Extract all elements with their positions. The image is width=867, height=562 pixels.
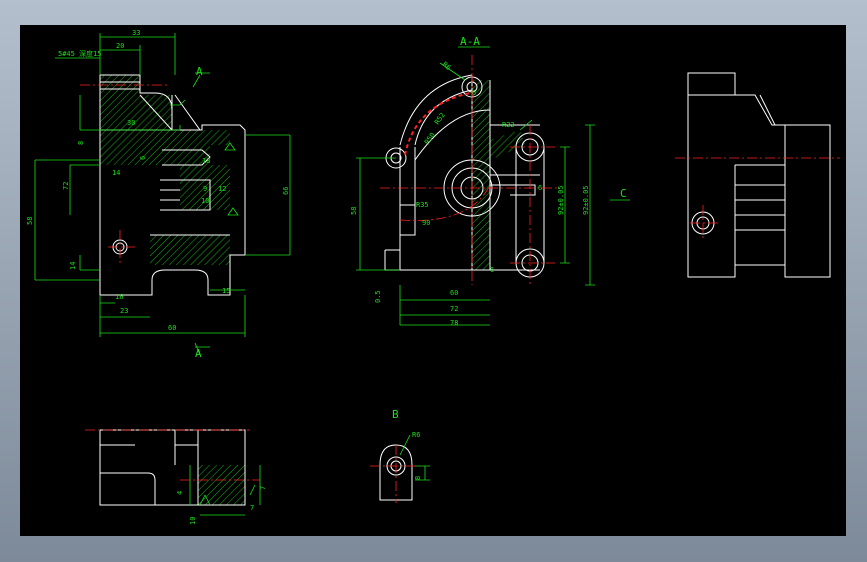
view-c-label: C bbox=[620, 187, 627, 200]
svg-text:90: 90 bbox=[422, 219, 430, 227]
cad-drawing-canvas[interactable]: 33 20 5#45 深度15 30 18 9 10 12 14 72 58 6… bbox=[20, 25, 846, 536]
section-b-view: B R6 8 bbox=[370, 408, 430, 503]
svg-text:A: A bbox=[195, 347, 202, 360]
svg-text:15: 15 bbox=[222, 287, 230, 295]
svg-text:6: 6 bbox=[472, 89, 476, 97]
svg-text:92±0.05: 92±0.05 bbox=[557, 185, 565, 215]
svg-text:72: 72 bbox=[62, 182, 70, 190]
svg-text:92±0.05: 92±0.05 bbox=[582, 185, 590, 215]
svg-text:A: A bbox=[196, 65, 203, 78]
svg-text:4: 4 bbox=[176, 491, 184, 495]
svg-text:10: 10 bbox=[189, 517, 197, 525]
svg-text:12: 12 bbox=[218, 185, 226, 193]
cad-drawing: 33 20 5#45 深度15 30 18 9 10 12 14 72 58 6… bbox=[26, 29, 840, 525]
svg-text:8: 8 bbox=[414, 476, 422, 480]
section-aa-label: A-A bbox=[460, 35, 480, 48]
svg-text:16: 16 bbox=[115, 293, 123, 301]
svg-text:6: 6 bbox=[139, 156, 147, 160]
front-view: 33 20 5#45 深度15 30 18 9 10 12 14 72 58 6… bbox=[26, 29, 291, 360]
svg-text:R50: R50 bbox=[423, 131, 437, 146]
svg-text:66: 66 bbox=[282, 187, 290, 195]
svg-text:R35: R35 bbox=[416, 201, 429, 209]
svg-text:6: 6 bbox=[538, 184, 542, 192]
svg-text:14: 14 bbox=[112, 169, 120, 177]
bottom-view: 4 7 7 10 bbox=[85, 429, 267, 525]
right-view bbox=[675, 72, 840, 278]
svg-text:R52: R52 bbox=[433, 111, 447, 126]
svg-text:10: 10 bbox=[201, 197, 209, 205]
svg-text:5#45 深度15: 5#45 深度15 bbox=[58, 49, 102, 58]
svg-text:6: 6 bbox=[490, 266, 494, 274]
svg-text:20: 20 bbox=[116, 42, 124, 50]
svg-text:30: 30 bbox=[127, 119, 135, 127]
svg-text:60: 60 bbox=[450, 289, 458, 297]
svg-text:R22: R22 bbox=[502, 121, 515, 129]
svg-text:8: 8 bbox=[77, 141, 85, 145]
svg-text:R6: R6 bbox=[412, 431, 420, 439]
svg-text:7: 7 bbox=[250, 504, 254, 512]
svg-text:72: 72 bbox=[450, 305, 458, 313]
svg-text:33: 33 bbox=[132, 29, 140, 37]
svg-text:58: 58 bbox=[350, 207, 358, 215]
svg-text:0.5: 0.5 bbox=[374, 290, 382, 303]
svg-text:7: 7 bbox=[259, 486, 267, 490]
svg-text:58: 58 bbox=[26, 217, 34, 225]
svg-text:18: 18 bbox=[202, 157, 210, 165]
svg-text:9: 9 bbox=[203, 185, 207, 193]
section-a-a-view: A-A 58 60 72 78 0.5 92±0.05 92±0.05 R6 R… bbox=[350, 35, 630, 327]
section-b-label: B bbox=[392, 408, 399, 421]
svg-text:23: 23 bbox=[120, 307, 128, 315]
svg-text:60: 60 bbox=[168, 324, 176, 332]
svg-text:78: 78 bbox=[450, 319, 458, 327]
svg-text:14: 14 bbox=[69, 262, 77, 270]
